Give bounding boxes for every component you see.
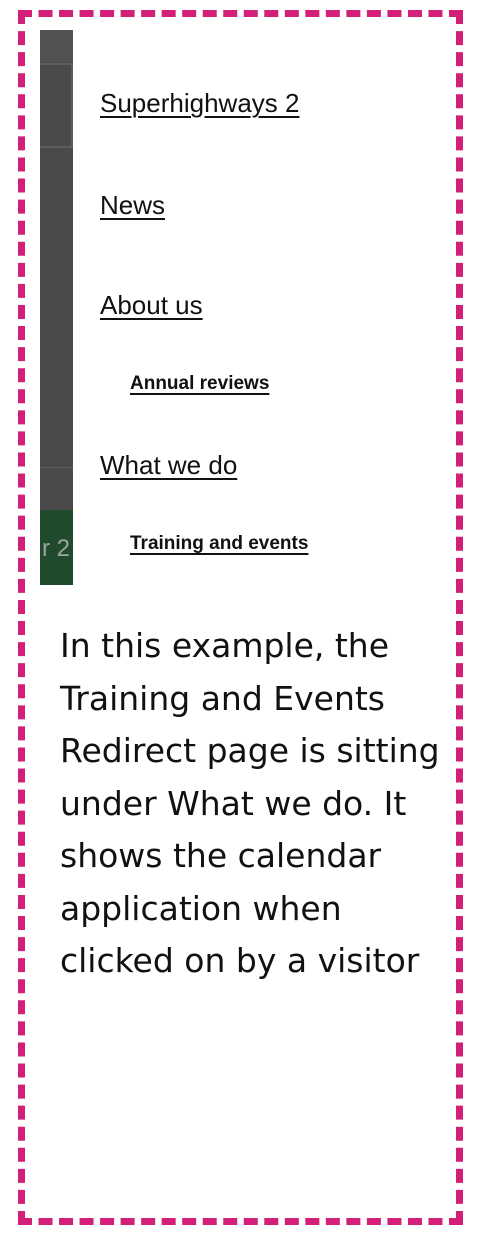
nav-item-news[interactable]: News: [100, 190, 165, 221]
menu-screenshot: r 2 Superhighways 2 News About us Annual…: [40, 30, 395, 585]
nav-item-what-we-do[interactable]: What we do: [100, 450, 237, 481]
overlay-top-band: [40, 30, 73, 62]
caption-text: In this example, the Training and Events…: [60, 626, 440, 980]
nav-item-about-us[interactable]: About us: [100, 290, 203, 321]
background-page-overlay: r 2: [40, 30, 73, 585]
overlay-search-box: [40, 63, 73, 148]
nav-item-superhighways-2[interactable]: Superhighways 2: [100, 88, 299, 119]
nav-subitem-training-and-events[interactable]: Training and events: [130, 533, 308, 555]
overlay-divider: [40, 467, 73, 468]
nav-subitem-annual-reviews[interactable]: Annual reviews: [130, 373, 269, 395]
overlay-partial-text: r 2: [42, 535, 71, 562]
